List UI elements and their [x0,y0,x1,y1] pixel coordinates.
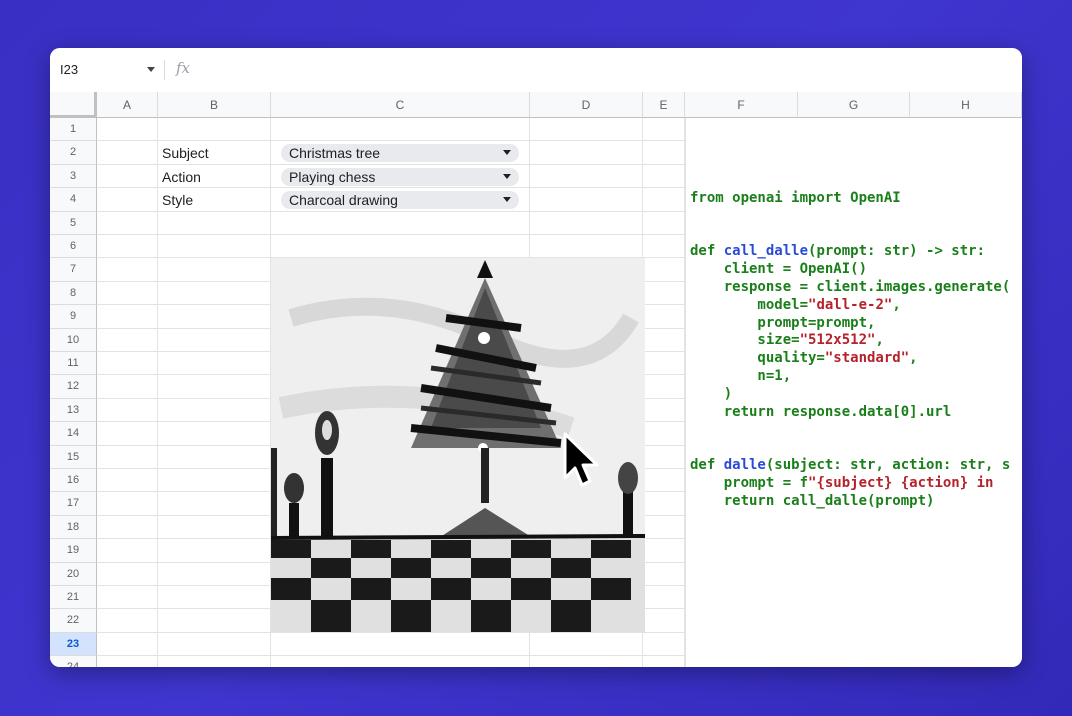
row-header-16[interactable]: 16 [50,469,97,493]
dropdown-value: Playing chess [289,168,376,185]
row-header-23[interactable]: 23 [50,632,97,657]
row-header-21[interactable]: 21 [50,586,97,610]
row-header-13[interactable]: 13 [50,398,97,423]
code-line: def call_dalle(prompt: str) -> str: [690,243,986,260]
formula-bar: I23 fx [50,48,1022,93]
code-line: def dalle(subject: str, action: str, s [690,456,1011,473]
row-header-6[interactable]: 6 [50,235,97,259]
row-header-22[interactable]: 22 [50,609,97,633]
code-line: prompt = f"{subject} {action} in [690,474,1002,491]
column-header-f[interactable]: F [685,92,798,118]
python-code: from openai import OpenAI def call_dalle… [690,190,1010,510]
code-line: quality="standard", [690,350,918,367]
code-line: n=1, [690,367,792,384]
row-header-24[interactable]: 24 [50,656,97,667]
row-header-12[interactable]: 12 [50,375,97,399]
dropdown-arrow-icon[interactable] [503,197,511,203]
column-gridline [157,118,158,667]
row-header-8[interactable]: 8 [50,281,97,306]
column-header-h[interactable]: H [910,92,1022,118]
column-header-b[interactable]: B [158,92,271,118]
row-header-5[interactable]: 5 [50,211,97,235]
sheet-grid[interactable]: A B C D E F G H 1 2 3 4 5 6 7 8 9 10 11 12 13 14 15 16 17 18 19 20 2… [50,92,1022,667]
row-header-14[interactable]: 14 [50,422,97,446]
column-header-a[interactable]: A [97,92,158,118]
code-line: model="dall-e-2", [690,296,901,313]
fx-icon: fx [176,59,191,77]
row-header-7[interactable]: 7 [50,258,97,282]
column-header-e[interactable]: E [643,92,685,118]
spreadsheet-window: I23 fx A B C D E F G H 1 2 3 4 5 6 7 8 9 10 11 12 13 14 15 16 17… [50,48,1022,667]
code-panel: from openai import OpenAI def call_dalle… [685,118,1022,667]
dropdown-arrow-icon[interactable] [503,150,511,156]
column-header-g[interactable]: G [798,92,910,118]
code-line: from openai import OpenAI [690,190,901,206]
dropdown-subject[interactable]: Christmas tree [281,144,519,163]
code-line: return call_dalle(prompt) [690,492,935,509]
row-header-2[interactable]: 2 [50,141,97,165]
dropdown-value: Charcoal drawing [289,192,398,209]
code-line: ) [690,385,733,402]
row-header-1[interactable]: 1 [50,118,97,142]
row-header-17[interactable]: 17 [50,492,97,516]
row-header-19[interactable]: 19 [50,539,97,563]
dropdown-arrow-icon[interactable] [503,173,511,179]
formula-bar-divider [164,60,165,80]
dropdown-action[interactable]: Playing chess [281,167,519,186]
code-line: prompt=prompt, [690,314,876,331]
mouse-pointer-icon [562,432,602,493]
code-line: response = client.images.generate( [690,278,1011,295]
code-line: size="512x512", [690,332,884,349]
chevron-down-icon[interactable] [147,67,155,72]
row-header-20[interactable]: 20 [50,562,97,586]
input-label-style[interactable]: Style [162,192,193,208]
column-header-c[interactable]: C [271,92,530,118]
cell-reference: I23 [60,62,79,77]
row-header-10[interactable]: 10 [50,328,97,352]
input-label-subject[interactable]: Subject [162,145,209,161]
row-header-18[interactable]: 18 [50,515,97,540]
row-header-11[interactable]: 11 [50,352,97,376]
row-header-9[interactable]: 9 [50,305,97,329]
input-label-action[interactable]: Action [162,169,201,185]
row-header-15[interactable]: 15 [50,445,97,469]
code-line: return response.data[0].url [690,403,952,420]
name-box[interactable]: I23 [60,60,155,80]
select-all-corner[interactable] [50,92,97,118]
dropdown-value: Christmas tree [289,145,381,162]
row-header-3[interactable]: 3 [50,164,97,189]
code-line: client = OpenAI() [690,261,868,278]
column-header-d[interactable]: D [530,92,643,118]
dropdown-style[interactable]: Charcoal drawing [281,191,519,210]
row-header-4[interactable]: 4 [50,188,97,212]
